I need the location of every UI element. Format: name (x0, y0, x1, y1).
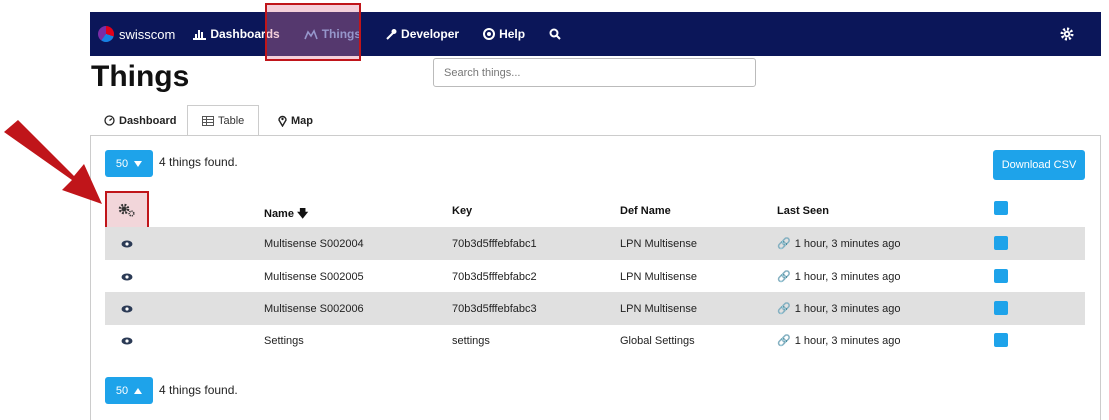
row-last-seen-text: 1 hour, 3 minutes ago (794, 334, 901, 347)
things-found-count-bottom: 4 things found. (159, 383, 238, 397)
column-header-last-seen[interactable]: Last Seen (777, 205, 829, 217)
row-checkbox[interactable] (994, 269, 1008, 283)
things-highlight-box (265, 3, 361, 61)
row-last-seen: 🔗 1 hour, 3 minutes ago (777, 292, 901, 325)
nav-help[interactable]: Help (483, 12, 525, 56)
row-last-seen: 🔗 1 hour, 3 minutes ago (777, 260, 901, 293)
table-row[interactable]: Settings settings Global Settings 🔗 1 hou… (105, 324, 1085, 357)
row-checkbox[interactable] (994, 333, 1008, 347)
page-size-select-top[interactable]: 50 (105, 150, 153, 177)
view-eye-icon[interactable] (121, 292, 133, 325)
row-def-name: LPN Multisense (620, 237, 698, 250)
tab-dashboard-label: Dashboard (119, 114, 177, 127)
column-header-def-name[interactable]: Def Name (620, 205, 671, 217)
nav-developer[interactable]: Developer (385, 12, 459, 56)
row-key: 70b3d5fffebfabc2 (452, 270, 537, 283)
nav-help-label: Help (499, 27, 526, 41)
view-eye-icon[interactable] (121, 260, 133, 293)
search-input[interactable] (433, 58, 756, 87)
column-header-name[interactable]: Name 🡇 (264, 205, 308, 224)
row-last-seen-text: 1 hour, 3 minutes ago (794, 270, 901, 283)
annotation-arrow-icon (4, 120, 102, 204)
bar-chart-icon (193, 29, 207, 40)
view-eye-icon[interactable] (121, 227, 133, 260)
map-pin-icon (278, 115, 287, 127)
top-navbar: swisscom Dashboards Things Developer Hel… (90, 12, 1101, 56)
row-key: 70b3d5fffebfabc3 (452, 302, 537, 315)
things-found-count-top: 4 things found. (159, 155, 238, 169)
download-csv-button[interactable]: Download CSV (993, 150, 1085, 180)
table-row[interactable]: Multisense S002005 70b3d5fffebfabc2 LPN … (105, 260, 1085, 293)
row-def-name: Global Settings (620, 334, 695, 347)
row-last-seen-text: 1 hour, 3 minutes ago (794, 302, 901, 315)
row-last-seen: 🔗 1 hour, 3 minutes ago (777, 227, 901, 260)
broken-link-icon: 🔗 (777, 303, 791, 315)
select-all-checkbox[interactable] (994, 201, 1008, 215)
broken-link-icon: 🔗 (777, 335, 791, 347)
swisscom-logo-icon (98, 26, 114, 42)
row-last-seen-text: 1 hour, 3 minutes ago (794, 237, 901, 250)
table-icon (202, 115, 214, 126)
row-name: Multisense S002004 (264, 237, 364, 250)
column-settings-gear-icon[interactable] (118, 203, 136, 217)
row-key: 70b3d5fffebfabc1 (452, 237, 537, 250)
tab-map[interactable]: Map (278, 105, 313, 136)
nav-developer-label: Developer (401, 27, 460, 41)
brand-logo[interactable]: swisscom (98, 26, 175, 42)
view-eye-icon[interactable] (121, 324, 133, 357)
lifebuoy-icon (483, 28, 496, 40)
broken-link-icon: 🔗 (777, 271, 791, 283)
page-size-value-top: 50 (115, 157, 129, 170)
caret-down-icon (134, 160, 143, 167)
row-name: Settings (264, 334, 304, 347)
wrench-icon (386, 29, 397, 40)
row-def-name: LPN Multisense (620, 302, 698, 315)
table-row[interactable]: Multisense S002004 70b3d5fffebfabc1 LPN … (105, 227, 1085, 260)
dashboard-icon (104, 115, 115, 126)
row-checkbox[interactable] (994, 236, 1008, 250)
column-header-key[interactable]: Key (452, 205, 472, 217)
row-def-name: LPN Multisense (620, 270, 698, 283)
column-header-name-label: Name (264, 208, 294, 220)
row-checkbox[interactable] (994, 301, 1008, 315)
settings-gear-icon[interactable] (1060, 27, 1074, 41)
tab-table-label: Table (218, 114, 245, 127)
row-name: Multisense S002006 (264, 302, 364, 315)
sort-down-icon: 🡇 (293, 208, 309, 220)
tab-table[interactable]: Table (187, 105, 260, 136)
row-name: Multisense S002005 (264, 270, 364, 283)
caret-up-icon (134, 387, 143, 394)
page-size-value-bottom: 50 (115, 384, 129, 397)
view-tabs: Dashboard Table Map (90, 105, 1101, 136)
tab-map-label: Map (291, 114, 313, 127)
page-title: Things (91, 60, 190, 93)
tab-dashboard[interactable]: Dashboard (104, 105, 176, 136)
row-last-seen: 🔗 1 hour, 3 minutes ago (777, 324, 901, 357)
brand-name: swisscom (119, 26, 176, 42)
table-row[interactable]: Multisense S002006 70b3d5fffebfabc3 LPN … (105, 292, 1085, 325)
nav-search[interactable] (549, 12, 561, 56)
search-icon (549, 28, 561, 40)
page-size-select-bottom[interactable]: 50 (105, 377, 153, 404)
row-key: settings (452, 334, 490, 347)
broken-link-icon: 🔗 (777, 238, 791, 250)
